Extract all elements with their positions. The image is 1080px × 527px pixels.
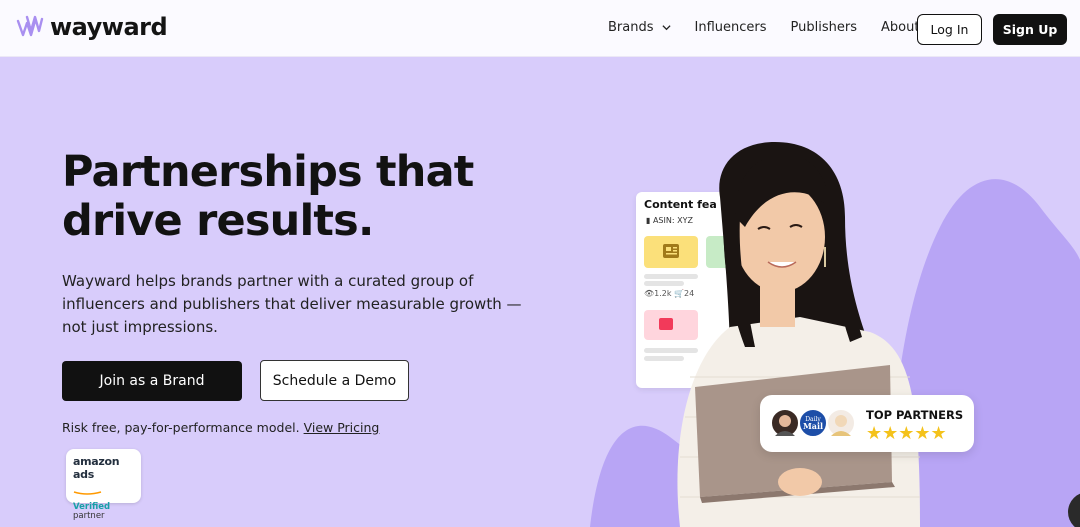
partner-avatar: [826, 408, 856, 438]
amazon-ads-badge: amazon ads Verified partner: [66, 449, 141, 521]
risk-text: Risk free, pay-for-performance model.: [62, 420, 300, 435]
hero-subcopy: Wayward helps brands partner with a cura…: [62, 272, 522, 336]
top-partners-card: Daily Mail TOP PARTNERS ★★★★★: [760, 395, 974, 452]
top-navbar: wayward Brands Influencers Publishers Ab…: [0, 0, 1080, 57]
hero-illustration: Content fea ▮ ASIN: XYZ 👁1.2k 🛒24: [590, 57, 1080, 527]
risk-note: Risk free, pay-for-performance model. Vi…: [62, 420, 379, 435]
partner-label: partner: [73, 511, 105, 521]
logo[interactable]: wayward: [16, 11, 168, 43]
schedule-demo-button[interactable]: Schedule a Demo: [260, 360, 409, 401]
top-partners-title: TOP PARTNERS: [866, 408, 964, 422]
nav-about[interactable]: About: [881, 20, 919, 35]
nav-influencers[interactable]: Influencers: [695, 20, 767, 35]
nav-brands-label: Brands: [608, 20, 654, 35]
partner-avatar: [770, 408, 800, 438]
person-icon: [775, 415, 795, 436]
daily-mail-avatar: Daily Mail: [798, 408, 828, 438]
view-pricing-link[interactable]: View Pricing: [304, 420, 380, 435]
join-brand-button[interactable]: Join as a Brand: [62, 361, 242, 401]
daily-mail-mail: Mail: [802, 421, 824, 431]
star-rating: ★★★★★: [866, 423, 947, 444]
nav-brands[interactable]: Brands: [608, 20, 671, 35]
amazon-smile-icon: [73, 491, 102, 495]
amazon-ads-title: amazon ads: [73, 455, 120, 481]
chevron-down-icon: [661, 25, 671, 31]
nav-links: Brands Influencers Publishers About: [608, 20, 943, 35]
logo-text: wayward: [50, 13, 168, 41]
person-icon: [831, 415, 851, 436]
nav-publishers[interactable]: Publishers: [791, 20, 857, 35]
hero-headline: Partnerships that drive results.: [62, 148, 562, 246]
signup-button[interactable]: Sign Up: [993, 14, 1067, 45]
login-button[interactable]: Log In: [917, 14, 982, 45]
wayward-logo-icon: [16, 15, 44, 37]
headline-line-1: Partnerships that: [62, 147, 474, 197]
woman-with-laptop-image: [677, 142, 920, 527]
headline-line-2: drive results.: [62, 196, 374, 246]
